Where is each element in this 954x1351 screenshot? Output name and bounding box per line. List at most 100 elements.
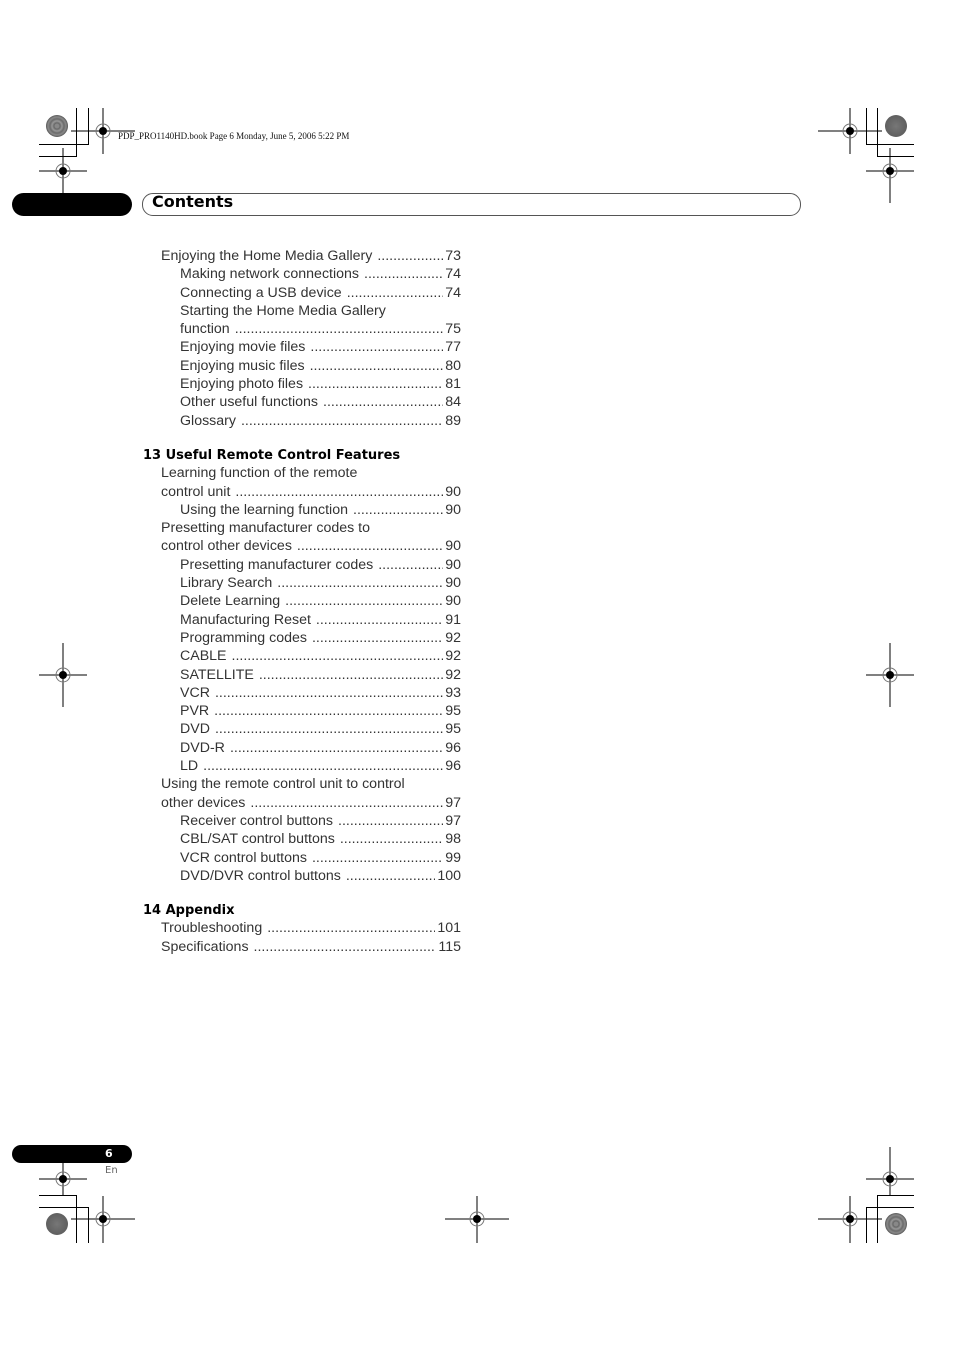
toc-entry[interactable]: VCR 93 xyxy=(143,685,461,703)
color-disc-icon xyxy=(885,115,907,137)
toc-entry-page: 74 xyxy=(445,284,461,301)
toc-entry[interactable]: Other useful functions 84 xyxy=(143,394,461,412)
toc-entry-label: Connecting a USB device xyxy=(180,284,342,301)
toc-entry-label: Specifications xyxy=(161,938,249,955)
toc-entry[interactable]: Programming codes 92 xyxy=(143,630,461,648)
toc-entry[interactable]: control unit 90 xyxy=(143,484,461,502)
toc-entry-label: function xyxy=(180,321,230,338)
toc-entry-label: Manufacturing Reset xyxy=(180,611,311,628)
toc-entry[interactable]: Learning function of the remote xyxy=(143,465,461,483)
toc-entry[interactable]: Manufacturing Reset 91 xyxy=(143,612,461,630)
registration-mark-icon xyxy=(445,1196,509,1243)
section-heading[interactable]: 14 Appendix xyxy=(143,902,461,920)
toc-entry[interactable]: Using the remote control unit to control xyxy=(143,776,461,794)
toc-entry-page: 74 xyxy=(445,266,461,283)
toc-entry-label: Starting the Home Media Gallery xyxy=(180,302,386,319)
toc-entry[interactable]: Enjoying music files 80 xyxy=(143,358,461,376)
toc-entry-page: 97 xyxy=(445,794,461,811)
toc-entry-page: 89 xyxy=(445,412,461,429)
dot-leader xyxy=(323,394,443,410)
toc-entry[interactable]: SATELLITE 92 xyxy=(143,667,461,685)
dot-leader xyxy=(346,868,435,884)
toc-entry[interactable]: Specifications 115 xyxy=(143,939,461,957)
toc-entry[interactable]: Library Search 90 xyxy=(143,575,461,593)
dot-leader xyxy=(312,850,443,866)
toc-entry-page: 90 xyxy=(445,593,461,610)
toc-entry[interactable]: Delete Learning 90 xyxy=(143,593,461,611)
toc-entry-page: 90 xyxy=(445,575,461,592)
toc-entry-page: 75 xyxy=(445,321,461,338)
toc-entry-label: Using the remote control unit to control xyxy=(161,776,405,793)
toc-entry[interactable]: control other devices 90 xyxy=(143,538,461,556)
registration-mark-icon xyxy=(39,643,87,707)
toc-entry-page: 92 xyxy=(445,666,461,683)
toc-entry[interactable]: Presetting manufacturer codes to xyxy=(143,520,461,538)
dot-leader xyxy=(235,321,444,337)
dot-leader xyxy=(267,920,435,936)
toc-entry[interactable]: Connecting a USB device 74 xyxy=(143,285,461,303)
dot-leader xyxy=(340,831,443,847)
toc-entry[interactable]: DVD/DVR control buttons 100 xyxy=(143,868,461,886)
registration-mark-icon xyxy=(818,1196,882,1243)
toc-entry-label: Enjoying movie files xyxy=(180,339,306,356)
toc-entry[interactable]: function 75 xyxy=(143,321,461,339)
toc-entry-page: 101 xyxy=(437,920,461,937)
toc-entry-label: Making network connections xyxy=(180,266,360,283)
dot-leader xyxy=(215,721,443,737)
toc-entry-label: CBL/SAT control buttons xyxy=(180,831,335,848)
toc-entry[interactable]: Presetting manufacturer codes 90 xyxy=(143,557,461,575)
toc-entry-page: 90 xyxy=(445,483,461,500)
toc-entry[interactable]: VCR control buttons 99 xyxy=(143,850,461,868)
dot-leader xyxy=(364,266,443,282)
toc-entry[interactable]: PVR 95 xyxy=(143,703,461,721)
registration-mark-icon xyxy=(866,643,914,707)
dot-leader xyxy=(235,484,443,500)
toc-entry[interactable]: LD 96 xyxy=(143,758,461,776)
toc-entry-page: 97 xyxy=(445,812,461,829)
toc-entry[interactable]: other devices 97 xyxy=(143,795,461,813)
toc-entry-page: 92 xyxy=(445,629,461,646)
toc-entry[interactable]: Enjoying photo files 81 xyxy=(143,376,461,394)
section-heading[interactable]: 13 Useful Remote Control Features xyxy=(143,447,461,465)
toc-entry-page: 99 xyxy=(445,849,461,866)
toc-sections: 13 Useful Remote Control Features Learnin… xyxy=(143,447,461,957)
toc-entry-page: 90 xyxy=(445,538,461,555)
toc-entry-label: PVR xyxy=(180,703,210,720)
toc-entry-page: 115 xyxy=(438,938,461,955)
color-disc-icon xyxy=(46,1213,68,1235)
toc-entry-label: Enjoying photo files xyxy=(180,376,304,393)
toc-entry[interactable]: Making network connections 74 xyxy=(143,266,461,284)
toc-entry[interactable]: DVD 95 xyxy=(143,721,461,739)
dot-leader xyxy=(277,575,443,591)
toc-entry-page: 91 xyxy=(445,611,461,628)
toc-entry[interactable]: Glossary 89 xyxy=(143,413,461,431)
toc-entry-label: Enjoying the Home Media Gallery xyxy=(161,248,373,264)
toc-entry-label: Using the learning function xyxy=(180,501,348,518)
dot-leader xyxy=(230,740,443,756)
toc-entry-label: Receiver control buttons xyxy=(180,812,333,829)
dot-leader xyxy=(316,612,443,628)
toc-entry-page: 92 xyxy=(445,648,461,665)
toc-entry[interactable]: Enjoying movie files 77 xyxy=(143,339,461,357)
toc-section: 14 AppendixTroubleshooting 101 Specificati… xyxy=(143,902,461,957)
toc-entry[interactable]: Enjoying the Home Media Gallery 73 xyxy=(143,248,461,266)
toc-entry[interactable]: CABLE 92 xyxy=(143,648,461,666)
toc-entry-label: Presetting manufacturer codes to xyxy=(161,520,370,537)
toc-entry-label: DVD/DVR control buttons xyxy=(180,867,341,884)
dot-leader xyxy=(347,285,444,301)
toc-entry-label: CABLE xyxy=(180,648,227,665)
toc-entry-label: DVD xyxy=(180,721,210,738)
color-disc-icon xyxy=(885,1213,907,1235)
dot-leader xyxy=(308,376,443,392)
file-header: PDP_PRO1140HD.book Page 6 Monday, June 5… xyxy=(118,131,350,141)
toc-entry-page: 73 xyxy=(445,248,461,264)
dot-leader xyxy=(285,593,443,609)
toc-entry[interactable]: DVD-R 96 xyxy=(143,740,461,758)
toc-entry-label: other devices xyxy=(161,794,246,811)
toc-entry[interactable]: Starting the Home Media Gallery xyxy=(143,303,461,321)
toc-entry[interactable]: Using the learning function 90 xyxy=(143,502,461,520)
toc-entry[interactable]: CBL/SAT control buttons 98 xyxy=(143,831,461,849)
toc-entry[interactable]: Troubleshooting 101 xyxy=(143,920,461,938)
toc-entry-page: 81 xyxy=(445,376,461,393)
toc-entry[interactable]: Receiver control buttons 97 xyxy=(143,813,461,831)
